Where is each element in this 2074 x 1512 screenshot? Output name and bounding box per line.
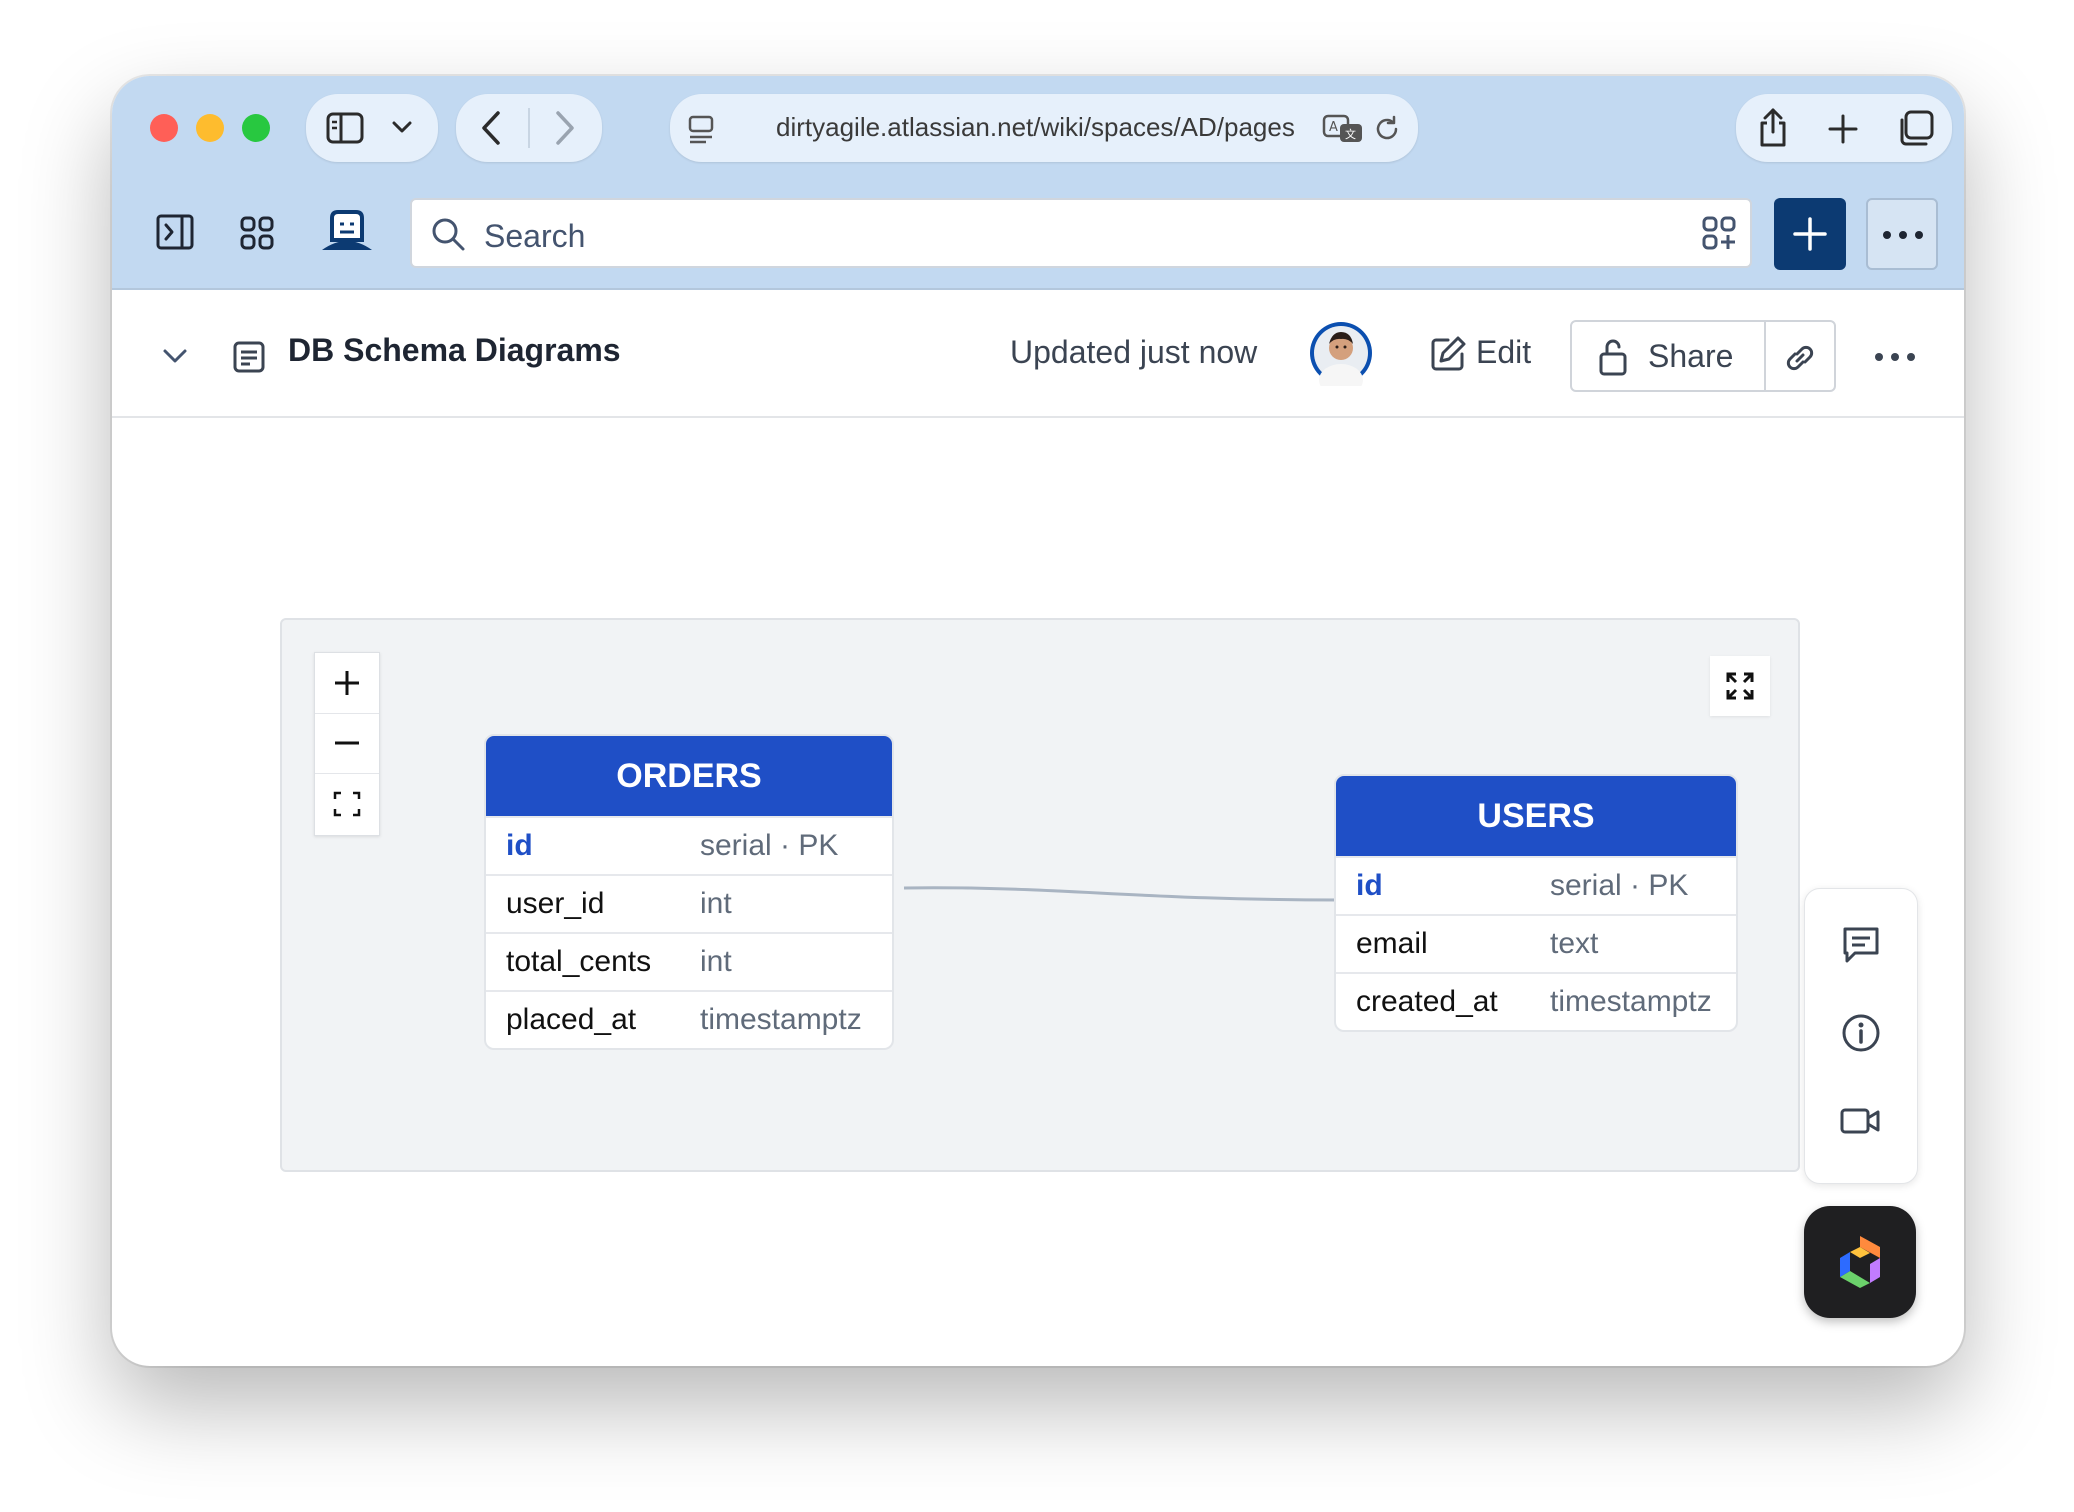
history-nav — [456, 94, 602, 162]
column-name: user_id — [506, 887, 605, 920]
column-type: timestamptz — [1550, 985, 1712, 1018]
page-more-icon[interactable] — [1874, 352, 1916, 362]
maximize-window-button[interactable] — [242, 114, 270, 142]
search-icon — [432, 218, 465, 251]
copy-link-icon[interactable] — [1782, 340, 1818, 376]
browser-actions — [1736, 94, 1952, 162]
minimize-window-button[interactable] — [196, 114, 224, 142]
table-row: id serial · PK — [486, 816, 892, 874]
column-type: timestamptz — [700, 1003, 862, 1036]
table-row: placed_at timestamptz — [486, 990, 892, 1048]
column-type: int — [700, 945, 732, 978]
share-divider — [1764, 322, 1766, 390]
reload-icon[interactable] — [1372, 114, 1402, 144]
search-field[interactable]: Search — [410, 198, 1752, 268]
close-window-button[interactable] — [150, 114, 178, 142]
updated-status: Updated just now — [1010, 334, 1258, 370]
rovo-assistant-button[interactable] — [1804, 1206, 1916, 1318]
sidebar-icon — [326, 112, 364, 144]
collapse-chevron-icon[interactable] — [162, 348, 188, 364]
avatar[interactable] — [1308, 320, 1374, 386]
nav-divider — [528, 108, 530, 148]
table-row: id serial · PK — [1336, 856, 1736, 914]
column-type: serial · PK — [700, 829, 839, 862]
video-icon[interactable] — [1839, 1105, 1881, 1137]
browser-window: dirtyagile.atlassian.net/wiki/spaces/AD/… — [112, 76, 1964, 1366]
plus-icon — [1793, 217, 1827, 251]
address-bar[interactable]: dirtyagile.atlassian.net/wiki/spaces/AD/… — [670, 94, 1418, 162]
column-name: placed_at — [506, 1003, 637, 1036]
info-icon[interactable] — [1841, 1013, 1881, 1053]
column-type: serial · PK — [1550, 869, 1689, 902]
column-name: total_cents — [506, 945, 652, 978]
page-title: DB Schema Diagrams — [288, 332, 621, 368]
side-actions-panel — [1804, 888, 1918, 1184]
search-placeholder: Search — [484, 218, 586, 254]
page-menu-icon[interactable] — [688, 114, 718, 144]
table-users[interactable]: USERS id serial · PK email text created_… — [1334, 774, 1738, 1032]
diagram-canvas[interactable]: ORDERS id serial · PK user_id int total_… — [280, 618, 1800, 1172]
comment-icon[interactable] — [1841, 925, 1881, 965]
share-button[interactable]: Share — [1648, 338, 1733, 375]
new-tab-icon[interactable] — [1828, 114, 1858, 144]
svg-text:文: 文 — [1345, 127, 1356, 141]
sidebar-toggle-button[interactable] — [306, 94, 438, 162]
translate-icon[interactable]: A 文 — [1322, 114, 1364, 144]
table-orders[interactable]: ORDERS id serial · PK user_id int total_… — [484, 734, 894, 1050]
site-logo-icon[interactable] — [318, 210, 376, 254]
expand-sidebar-icon[interactable] — [156, 214, 194, 250]
column-type: int — [700, 887, 732, 920]
unlock-icon — [1599, 339, 1627, 376]
share-group: Share — [1570, 320, 1836, 392]
table-title: ORDERS — [486, 736, 892, 816]
column-name: created_at — [1356, 985, 1498, 1018]
edit-icon[interactable] — [1430, 334, 1468, 372]
table-title: USERS — [1336, 776, 1736, 856]
column-type: text — [1550, 927, 1599, 960]
chevron-down-icon — [392, 121, 412, 133]
table-row: created_at timestamptz — [1336, 972, 1736, 1030]
add-app-icon[interactable] — [1702, 216, 1738, 252]
create-button[interactable] — [1774, 198, 1846, 270]
more-icon — [1883, 231, 1923, 239]
page-header: DB Schema Diagrams Updated just now Edit… — [112, 290, 1964, 418]
rovo-icon — [1840, 1236, 1880, 1288]
table-row: user_id int — [486, 874, 892, 932]
edit-button[interactable]: Edit — [1476, 334, 1531, 371]
forward-icon[interactable] — [554, 110, 576, 146]
page-icon — [233, 341, 265, 373]
column-name: id — [1356, 869, 1383, 902]
url-text: dirtyagile.atlassian.net/wiki/spaces/AD/… — [776, 112, 1295, 142]
tab-overview-icon[interactable] — [1896, 110, 1934, 148]
back-icon[interactable] — [480, 110, 502, 146]
browser-chrome: dirtyagile.atlassian.net/wiki/spaces/AD/… — [112, 76, 1964, 290]
table-row: total_cents int — [486, 932, 892, 990]
column-name: email — [1356, 927, 1428, 960]
app-switcher-icon[interactable] — [240, 216, 274, 250]
more-actions-button[interactable] — [1866, 198, 1938, 270]
share-page-icon[interactable] — [1756, 106, 1790, 148]
svg-text:A: A — [1329, 120, 1338, 135]
table-row: email text — [1336, 914, 1736, 972]
column-name: id — [506, 829, 533, 862]
